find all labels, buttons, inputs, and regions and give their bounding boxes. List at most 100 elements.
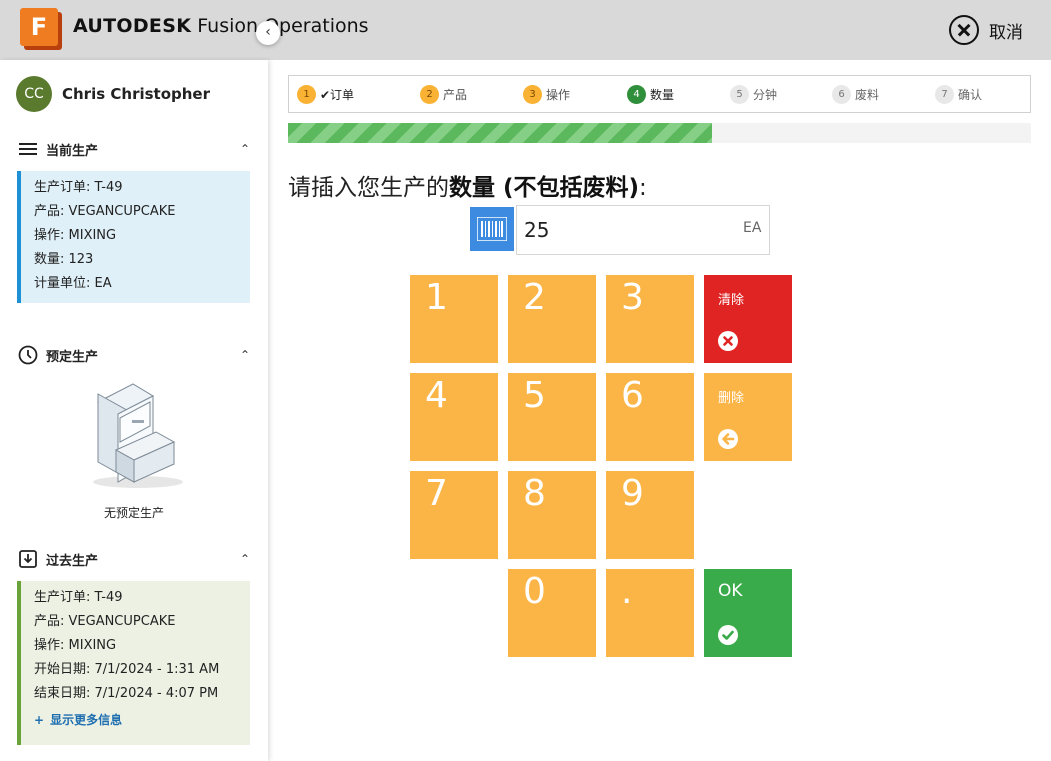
show-more-link[interactable]: + 显示更多信息 <box>34 711 250 735</box>
info-line: 开始日期: 7/1/2024 - 1:31 AM <box>34 662 220 677</box>
key-0[interactable]: 0 <box>508 569 596 657</box>
key-label: 7 <box>425 473 448 514</box>
section-current-production[interactable]: 当前生产 ⌃ <box>18 139 250 159</box>
key-label: 5 <box>523 375 546 416</box>
step-label: 操作 <box>546 88 571 102</box>
sidebar: CC Chris Christopher 当前生产 ⌃ 生产订单: T-49 产… <box>0 60 268 761</box>
chevron-up-icon[interactable]: ⌃ <box>240 142 250 156</box>
info-line: 数量: 123 <box>34 252 94 267</box>
key-2[interactable]: 2 <box>508 275 596 363</box>
user-name: Chris Christopher <box>62 85 210 103</box>
key-9[interactable]: 9 <box>606 471 694 559</box>
barcode-scan-button[interactable] <box>470 207 514 251</box>
key-label: 2 <box>523 277 546 318</box>
barcode-icon <box>477 217 507 241</box>
key-5[interactable]: 5 <box>508 373 596 461</box>
key-8[interactable]: 8 <box>508 471 596 559</box>
step-scrap[interactable]: 6 废料 <box>832 85 879 104</box>
info-line: 产品: VEGANCUPCAKE <box>34 614 176 629</box>
info-line: 计量单位: EA <box>34 276 112 291</box>
close-circle-icon <box>949 15 979 45</box>
step-number: 4 <box>627 85 646 104</box>
step-number: 1 <box>297 85 316 104</box>
step-number: 6 <box>832 85 851 104</box>
step-label: 确认 <box>958 88 983 102</box>
key-3[interactable]: 3 <box>606 275 694 363</box>
quantity-input[interactable] <box>516 205 770 255</box>
key-decimal[interactable]: . <box>606 569 694 657</box>
step-number: 5 <box>730 85 749 104</box>
chevron-up-icon[interactable]: ⌃ <box>240 552 250 566</box>
ok-label: OK <box>718 581 743 601</box>
step-label: 数量 <box>650 88 675 102</box>
step-order[interactable]: 1 ✔订单 <box>297 85 354 104</box>
info-line: 操作: MIXING <box>34 228 117 243</box>
info-line: 操作: MIXING <box>34 638 117 653</box>
app-title: AUTODESK Fusion Operations <box>73 15 369 37</box>
section-past-production[interactable]: 过去生产 ⌃ <box>18 549 250 569</box>
key-label: 9 <box>621 473 644 514</box>
user-profile[interactable]: CC Chris Christopher <box>16 76 210 112</box>
section-scheduled-production[interactable]: 预定生产 ⌃ <box>18 345 250 365</box>
info-line: 结束日期: 7/1/2024 - 4:07 PM <box>34 686 219 701</box>
key-6[interactable]: 6 <box>606 373 694 461</box>
current-production-card: 生产订单: T-49 产品: VEGANCUPCAKE 操作: MIXING 数… <box>17 171 250 303</box>
clock-icon <box>18 345 38 365</box>
prompt-prefix: 请插入您生产的 <box>288 175 449 201</box>
cancel-button[interactable]: 取消 <box>949 14 1023 46</box>
product-name: Fusion Operations <box>197 15 369 37</box>
download-box-icon <box>18 549 38 569</box>
arrow-left-icon <box>718 429 738 449</box>
key-label: 8 <box>523 473 546 514</box>
delete-button[interactable]: 删除 <box>704 373 792 461</box>
info-line: 生产订单: T-49 <box>34 590 123 605</box>
plus-icon: + <box>34 713 45 727</box>
brand-name: AUTODESK <box>73 15 192 37</box>
step-product[interactable]: 2 产品 <box>420 85 467 104</box>
list-icon <box>18 139 38 159</box>
unit-label: EA <box>743 220 762 236</box>
empty-cabinet-illustration <box>78 382 188 492</box>
step-label: ✔订单 <box>320 88 355 102</box>
prompt-suffix: : <box>639 175 647 201</box>
step-indicator: 1 ✔订单 2 产品 3 操作 4 数量 5 分钟 6 废料 7 确认 <box>288 75 1031 113</box>
key-1[interactable]: 1 <box>410 275 498 363</box>
section-title: 预定生产 <box>46 349 99 365</box>
step-label: 产品 <box>443 88 468 102</box>
ok-button[interactable]: OK <box>704 569 792 657</box>
step-number: 3 <box>523 85 542 104</box>
key-label: 4 <box>425 375 448 416</box>
collapse-sidebar-button[interactable]: ‹ <box>256 21 280 45</box>
progress-bar <box>288 123 1031 143</box>
key-label: . <box>621 571 633 612</box>
step-label: 废料 <box>855 88 880 102</box>
step-operation[interactable]: 3 操作 <box>523 85 570 104</box>
key-7[interactable]: 7 <box>410 471 498 559</box>
chevron-up-icon[interactable]: ⌃ <box>240 348 250 362</box>
step-quantity[interactable]: 4 数量 <box>627 85 674 104</box>
step-label: 分钟 <box>753 88 778 102</box>
info-line: 生产订单: T-49 <box>34 180 123 195</box>
past-production-card: 生产订单: T-49 产品: VEGANCUPCAKE 操作: MIXING 开… <box>17 581 250 745</box>
empty-state-text: 无预定生产 <box>103 506 164 520</box>
delete-label: 删除 <box>718 391 745 406</box>
clear-button[interactable]: 清除 <box>704 275 792 363</box>
section-title: 过去生产 <box>46 553 99 569</box>
key-label: 3 <box>621 277 644 318</box>
avatar: CC <box>16 76 52 112</box>
clear-label: 清除 <box>718 293 745 308</box>
step-confirm[interactable]: 7 确认 <box>935 85 982 104</box>
key-label: 1 <box>425 277 448 318</box>
info-line: 产品: VEGANCUPCAKE <box>34 204 176 219</box>
section-title: 当前生产 <box>46 143 99 159</box>
key-label: 6 <box>621 375 644 416</box>
chevron-left-icon: ‹ <box>265 24 271 40</box>
step-minutes[interactable]: 5 分钟 <box>730 85 777 104</box>
fusion-logo: F <box>20 8 62 50</box>
clear-x-icon <box>718 331 738 351</box>
key-4[interactable]: 4 <box>410 373 498 461</box>
step-number: 2 <box>420 85 439 104</box>
progress-fill <box>288 123 712 143</box>
app-header: F AUTODESK Fusion Operations 取消 <box>0 0 1051 60</box>
checkmark-icon <box>718 625 738 645</box>
